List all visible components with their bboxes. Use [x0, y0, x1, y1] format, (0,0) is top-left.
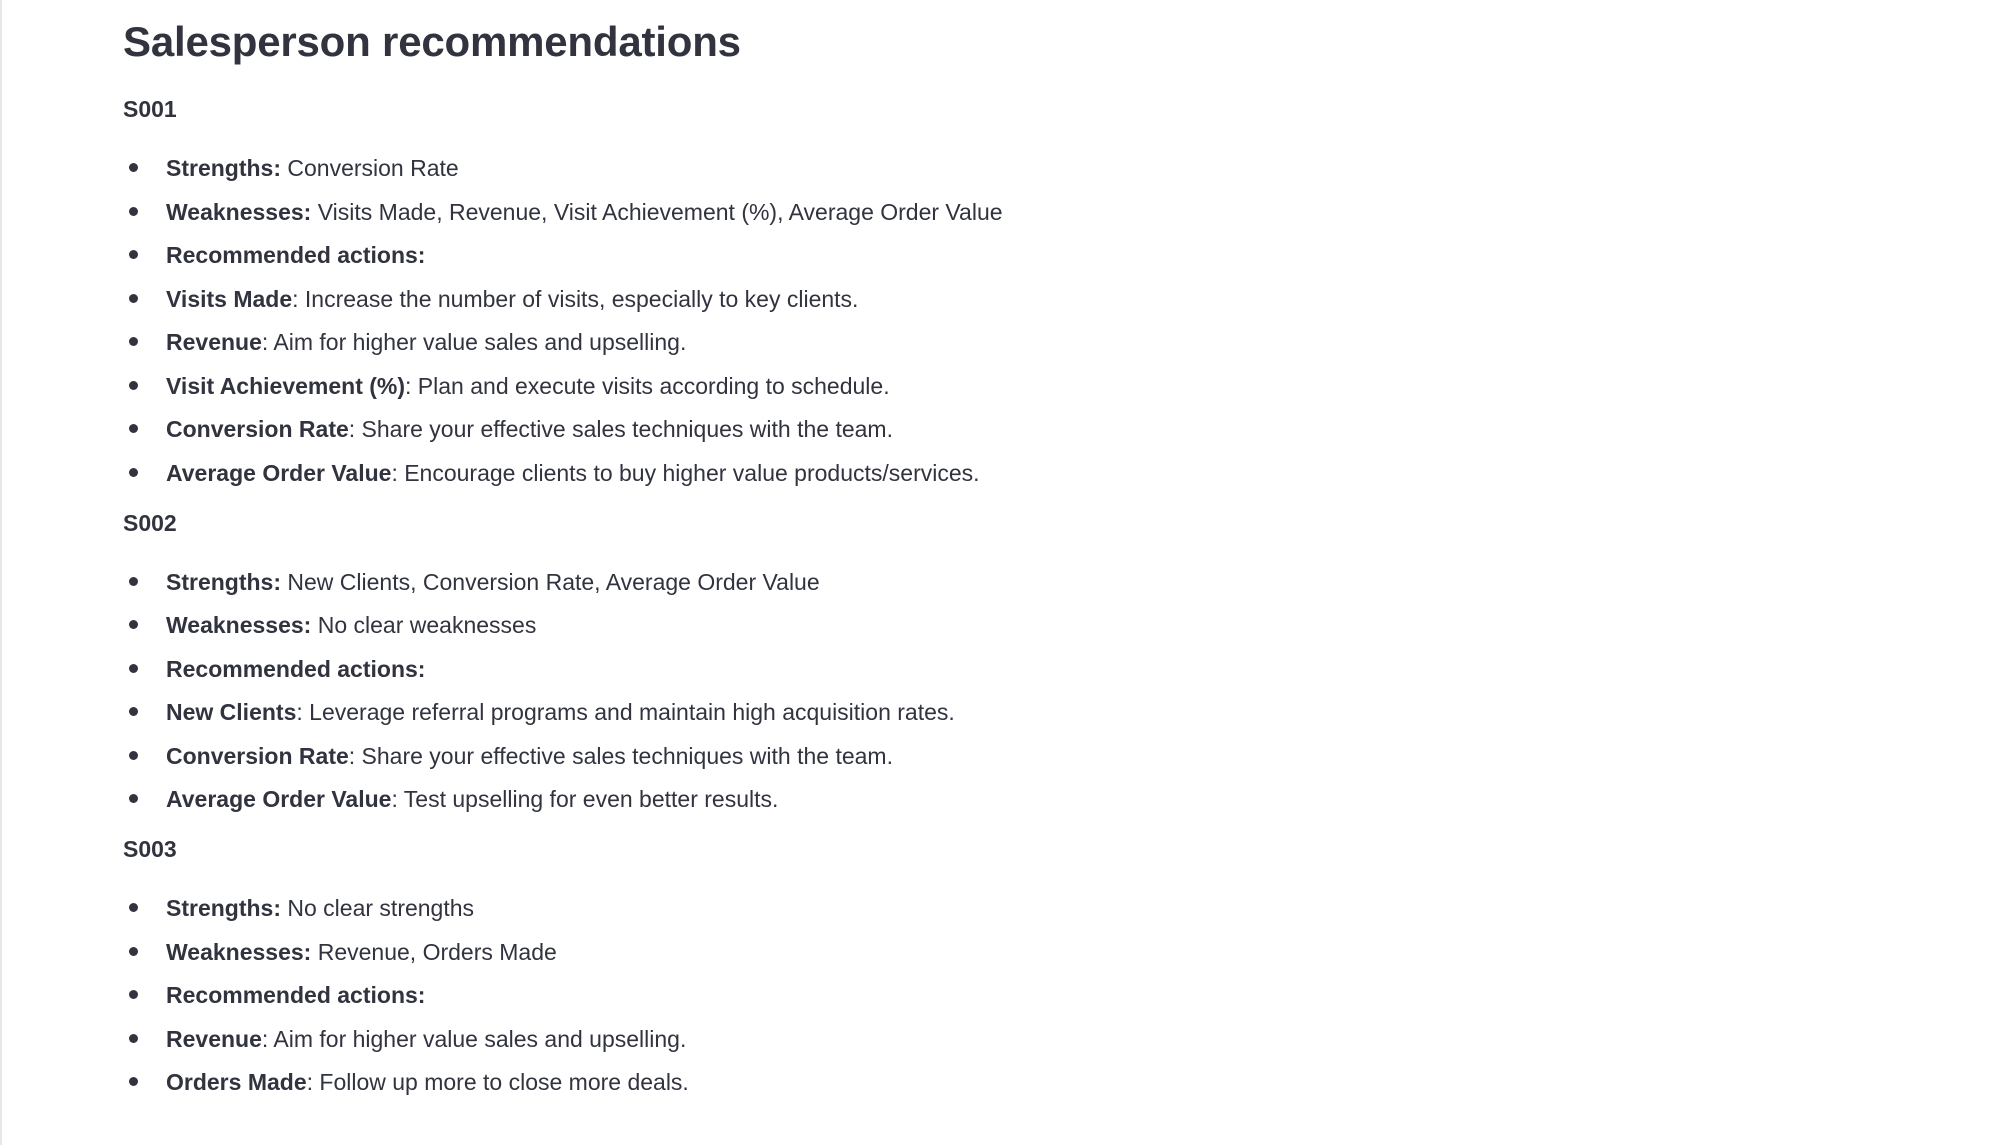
item-label: Conversion Rate — [166, 742, 349, 769]
salesperson-section: S003 Strengths: No clear strengths Weaknes… — [123, 833, 1823, 1098]
item-text: : Encourage clients to buy higher value … — [391, 459, 980, 486]
bullet-dot-icon — [129, 424, 138, 433]
list-item: Revenue: Aim for higher value sales and … — [123, 326, 1823, 358]
list-item: Visit Achievement (%): Plan and execute … — [123, 370, 1823, 402]
item-text: : Test upselling for even better results… — [391, 786, 779, 812]
bullet-dot-icon — [129, 750, 138, 760]
item-label: Revenue — [166, 1025, 262, 1052]
item-text: Visits Made, Revenue, Visit Achievement … — [311, 198, 1003, 225]
salesperson-id: S003 — [123, 836, 177, 862]
salesperson-section: S001 Strengths: Conversion Rate Weaknesses… — [123, 93, 1823, 489]
list-item: Orders Made: Follow up more to close mor… — [123, 1066, 1823, 1098]
item-text: : Aim for higher value sales and upselli… — [261, 329, 687, 355]
bullet-dot-icon — [129, 663, 138, 673]
bullet-dot-icon — [129, 794, 138, 803]
recommendation-bullets: Strengths: Conversion Rate Weaknesses: Vi… — [123, 152, 1823, 489]
bullet-dot-icon — [129, 467, 138, 477]
item-text: New Clients, Conversion Rate, Average Or… — [281, 568, 820, 595]
main-content: Salesperson recommendations S001 Strength… — [123, 14, 1823, 1116]
item-text: : Increase the number of visits, especia… — [292, 285, 859, 312]
list-item: Weaknesses: Visits Made, Revenue, Visit … — [123, 196, 1823, 228]
list-item: Recommended actions: — [123, 653, 1823, 685]
item-text: : Leverage referral programs and maintai… — [296, 699, 955, 725]
recommendation-bullets: Strengths: New Clients, Conversion Rate,… — [123, 566, 1823, 816]
item-text: : Plan and execute visits according to s… — [405, 372, 890, 399]
bullet-dot-icon — [129, 576, 138, 586]
list-item: Weaknesses: No clear weaknesses — [123, 609, 1823, 641]
bullet-dot-icon — [129, 380, 138, 390]
item-label: Recommended actions: — [166, 655, 426, 682]
bullet-dot-icon — [129, 1077, 138, 1086]
salesperson-id: S001 — [123, 96, 177, 122]
list-item: New Clients: Leverage referral programs … — [123, 696, 1823, 728]
item-label: Revenue — [166, 329, 262, 355]
list-item: Strengths: No clear strengths — [123, 892, 1823, 924]
item-label: Strengths: — [166, 568, 281, 595]
list-item: Average Order Value: Test upselling for … — [123, 783, 1823, 815]
item-label: Recommended actions: — [166, 982, 426, 1008]
bullet-dot-icon — [129, 293, 138, 303]
item-label: Conversion Rate — [166, 416, 349, 442]
bullet-dot-icon — [129, 946, 138, 956]
item-text: No clear strengths — [281, 895, 475, 921]
salesperson-id: S002 — [123, 509, 177, 536]
item-label: Visits Made — [166, 285, 293, 312]
item-label: Weaknesses: — [166, 612, 312, 638]
list-item: Strengths: Conversion Rate — [123, 152, 1823, 184]
list-item: Recommended actions: — [123, 979, 1823, 1011]
bullet-dot-icon — [129, 620, 138, 629]
item-text: : Aim for higher value sales and upselli… — [261, 1025, 687, 1052]
item-text: Revenue, Orders Made — [311, 938, 557, 965]
item-text: Conversion Rate — [281, 155, 459, 181]
list-item: Recommended actions: — [123, 239, 1823, 271]
list-item: Conversion Rate: Share your effective sa… — [123, 740, 1823, 772]
bullet-dot-icon — [129, 903, 138, 912]
list-item: Visits Made: Increase the number of visi… — [123, 283, 1823, 315]
item-text: No clear weaknesses — [311, 612, 537, 638]
item-label: Strengths: — [166, 155, 281, 181]
list-item: Revenue: Aim for higher value sales and … — [123, 1023, 1823, 1055]
left-border-divider — [0, 0, 2, 1145]
recommendations-list: S001 Strengths: Conversion Rate Weaknesses… — [123, 93, 1823, 1098]
bullet-dot-icon — [129, 990, 138, 999]
item-label: Strengths: — [166, 895, 281, 921]
salesperson-section: S002 Strengths: New Clients, Conversion R… — [123, 507, 1823, 816]
page-title: Salesperson recommendations — [123, 18, 741, 65]
item-text: : Share your effective sales techniques … — [348, 416, 893, 442]
list-item: Conversion Rate: Share your effective sa… — [123, 413, 1823, 445]
item-text: : Share your effective sales techniques … — [348, 742, 893, 769]
item-label: Visit Achievement (%) — [166, 372, 406, 399]
list-item: Average Order Value: Encourage clients t… — [123, 457, 1823, 489]
item-label: New Clients — [166, 699, 297, 725]
item-label: Average Order Value — [166, 459, 392, 486]
item-label: Recommended actions: — [166, 242, 426, 268]
item-label: Weaknesses: — [166, 938, 312, 965]
recommendation-bullets: Strengths: No clear strengths Weaknesses:… — [123, 892, 1823, 1098]
item-label: Weaknesses: — [166, 198, 312, 225]
bullet-dot-icon — [129, 707, 138, 716]
bullet-dot-icon — [129, 337, 138, 346]
bullet-dot-icon — [129, 1033, 138, 1043]
item-text: : Follow up more to close more deals. — [306, 1069, 689, 1095]
list-item: Weaknesses: Revenue, Orders Made — [123, 936, 1823, 968]
bullet-dot-icon — [129, 250, 138, 259]
bullet-dot-icon — [129, 206, 138, 216]
list-item: Strengths: New Clients, Conversion Rate,… — [123, 566, 1823, 598]
item-label: Average Order Value — [166, 786, 392, 812]
item-label: Orders Made — [166, 1069, 307, 1095]
bullet-dot-icon — [129, 163, 138, 172]
